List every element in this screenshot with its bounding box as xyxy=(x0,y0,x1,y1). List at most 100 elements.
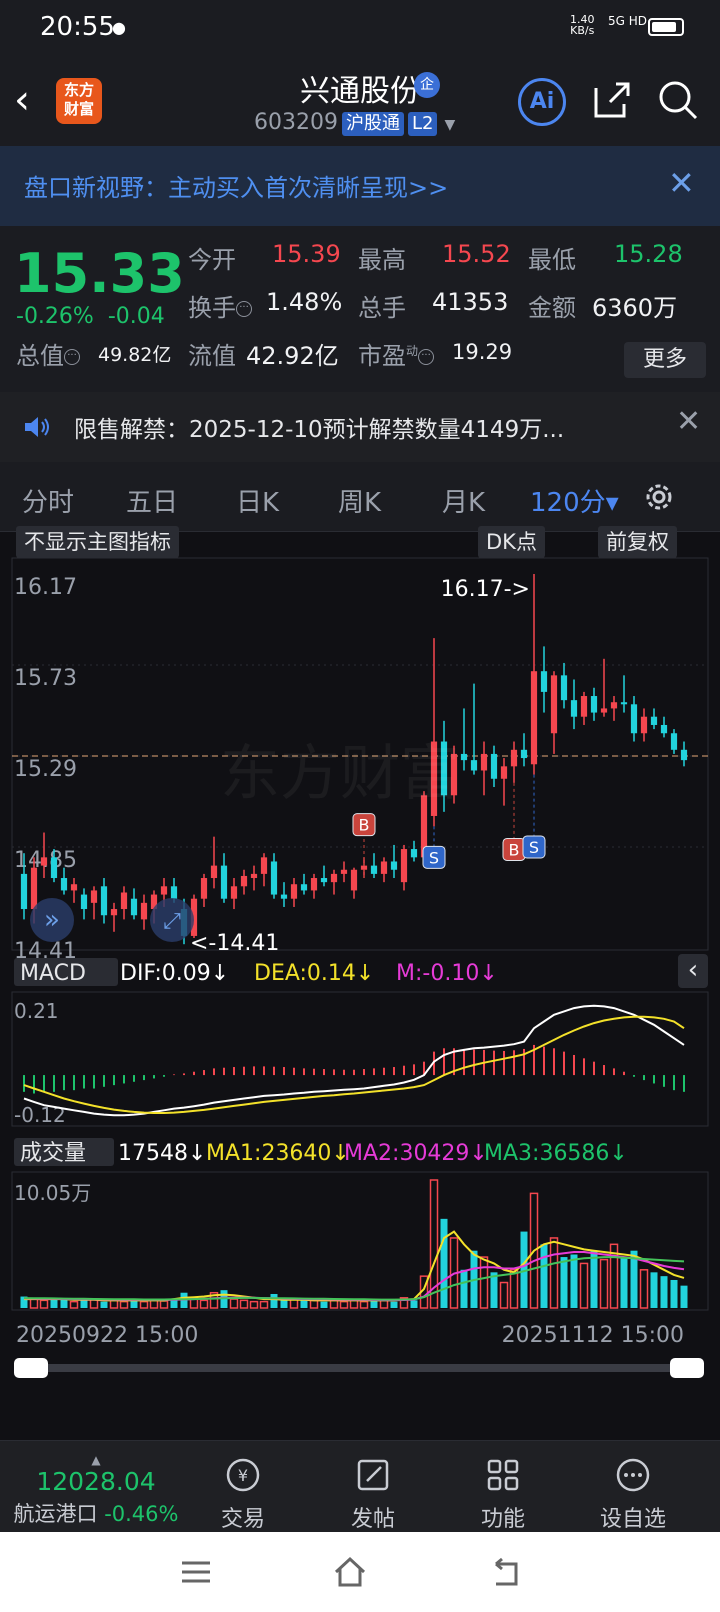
candle-body xyxy=(460,753,468,761)
candle-body xyxy=(20,873,28,910)
volume-bar xyxy=(390,1301,398,1308)
candle-body xyxy=(290,884,298,899)
nav-watchlist[interactable]: 设自选 xyxy=(588,1455,678,1533)
ai-button[interactable]: Ai xyxy=(518,78,566,126)
banner-text[interactable]: 盘口新视野：主动买入首次清晰呈现>> xyxy=(24,168,448,203)
back-icon[interactable]: ‹ xyxy=(14,80,54,122)
signal-label: B xyxy=(509,840,520,859)
volume-bar xyxy=(680,1285,688,1308)
tab-five-day[interactable]: 五日 xyxy=(126,482,178,519)
candle-body xyxy=(240,875,248,887)
low-annotation: <-14.41 xyxy=(190,931,279,956)
candle-body xyxy=(680,749,688,761)
volume-bar xyxy=(599,1258,609,1309)
close-icon[interactable]: ✕ xyxy=(676,404,701,439)
candle-body xyxy=(210,865,218,879)
stock-code-line[interactable]: 603209 沪股通 L2 ▼ xyxy=(254,110,455,136)
unlock-notice[interactable]: 限售解禁：2025-12-10预计解禁数量4149万... ✕ xyxy=(0,392,720,462)
price-change: -0.26% -0.04 xyxy=(16,304,165,329)
nav-post-label: 发帖 xyxy=(350,1507,395,1532)
volume-bar xyxy=(650,1272,658,1308)
nav-function[interactable]: 功能 xyxy=(458,1455,548,1533)
home-icon[interactable] xyxy=(332,1554,368,1590)
search-icon[interactable] xyxy=(656,78,700,122)
candle-body xyxy=(610,702,618,709)
candle-body xyxy=(510,749,518,767)
y-tick-label: 15.29 xyxy=(14,757,77,782)
candle-body xyxy=(160,886,168,895)
volume-bar xyxy=(270,1293,278,1308)
open-value: 15.39 xyxy=(272,240,341,268)
candle-body xyxy=(380,861,388,874)
share-icon[interactable] xyxy=(590,78,634,122)
dropdown-icon[interactable]: ▼ xyxy=(444,117,455,133)
info-icon[interactable]: ··· xyxy=(418,349,435,365)
gear-icon[interactable] xyxy=(642,480,676,514)
volume-bar xyxy=(249,1300,259,1309)
tab-monthly-k[interactable]: 月K xyxy=(442,482,485,519)
kline-chart[interactable]: 16.1715.7315.2914.8514.4116.17-><-14.41B… xyxy=(0,532,720,1440)
system-nav-bar xyxy=(0,1532,720,1612)
float-value: 42.92亿 xyxy=(246,342,339,370)
index-widget[interactable]: ▲ 12028.04 航运港口 -0.46% xyxy=(8,1453,184,1528)
volume-bar xyxy=(229,1298,239,1309)
pe-sup: 动 xyxy=(406,344,419,358)
candle-body xyxy=(50,857,58,879)
tab-weekly-k[interactable]: 周K xyxy=(338,482,381,519)
app-logo: 东方 财富 xyxy=(56,78,102,124)
volume-ma1-label: MA1:23640↓ xyxy=(206,1141,350,1166)
candle-body xyxy=(110,909,118,916)
candle-body xyxy=(350,869,358,891)
amount-value: 6360万 xyxy=(592,294,678,322)
volume-bar xyxy=(370,1300,378,1308)
volume-title: 成交量 xyxy=(20,1141,86,1166)
volume-bar xyxy=(139,1300,149,1309)
candle-body xyxy=(200,878,208,899)
wechat-icon: ● xyxy=(112,18,126,37)
rate-unit: KB/s xyxy=(570,24,595,37)
x-tick-label: 20250922 15:00 xyxy=(16,1323,198,1348)
tab-120min[interactable]: 120分▾ xyxy=(530,482,619,519)
close-icon[interactable]: ✕ xyxy=(668,164,695,202)
menu-icon[interactable] xyxy=(180,1556,212,1588)
volume-bar xyxy=(579,1262,589,1309)
volume-ma2-label: MA2:30429↓ xyxy=(344,1141,488,1166)
info-icon[interactable]: ··· xyxy=(236,301,252,317)
status-bar: 20:55 ● 1.40 KB/s 5G HD xyxy=(0,0,720,56)
info-icon[interactable]: ··· xyxy=(64,349,80,365)
trade-icon: ¥ xyxy=(226,1458,260,1492)
return-icon[interactable] xyxy=(488,1556,522,1588)
notice-text[interactable]: 限售解禁：2025-12-10预计解禁数量4149万... xyxy=(74,410,564,444)
volume-bar xyxy=(639,1269,649,1309)
volume-bar xyxy=(100,1301,108,1308)
volume-ma3-label: MA3:36586↓ xyxy=(484,1141,628,1166)
nav-post[interactable]: 发帖 xyxy=(328,1455,418,1533)
more-button[interactable]: 更多 xyxy=(624,342,706,378)
candle-body xyxy=(570,700,578,717)
volume-bar xyxy=(280,1300,288,1308)
tab-intraday[interactable]: 分时 xyxy=(22,482,74,519)
high-annotation: 16.17-> xyxy=(441,577,530,602)
promo-banner[interactable]: 盘口新视野：主动买入首次清晰呈现>> ✕ xyxy=(0,146,720,226)
low-label: 最低 xyxy=(528,246,576,274)
change-value: -0.04 xyxy=(107,304,165,329)
candle-body xyxy=(390,861,398,870)
candle-body xyxy=(520,749,528,759)
volume-bar xyxy=(29,1298,39,1309)
signal-label: B xyxy=(359,816,370,835)
candle-body xyxy=(480,753,488,771)
volume-bar xyxy=(69,1300,79,1309)
volume-bar xyxy=(620,1257,628,1308)
exchange-tag: 沪股通 xyxy=(341,112,404,136)
candle-body xyxy=(80,894,88,910)
candle-body xyxy=(260,857,268,874)
index-line: 航运港口 -0.46% xyxy=(8,1498,184,1528)
level-tag: L2 xyxy=(407,112,438,136)
nav-trade[interactable]: ¥ 交易 xyxy=(198,1455,288,1533)
index-name: 航运港口 xyxy=(13,1502,98,1526)
quote-panel: 15.33 -0.26% -0.04 今开 15.39 最高 15.52 最低 … xyxy=(0,226,720,392)
tab-daily-k[interactable]: 日K xyxy=(236,482,279,519)
candle-body xyxy=(250,873,258,879)
more-dots-icon xyxy=(616,1458,650,1492)
volume-bar xyxy=(560,1257,568,1308)
